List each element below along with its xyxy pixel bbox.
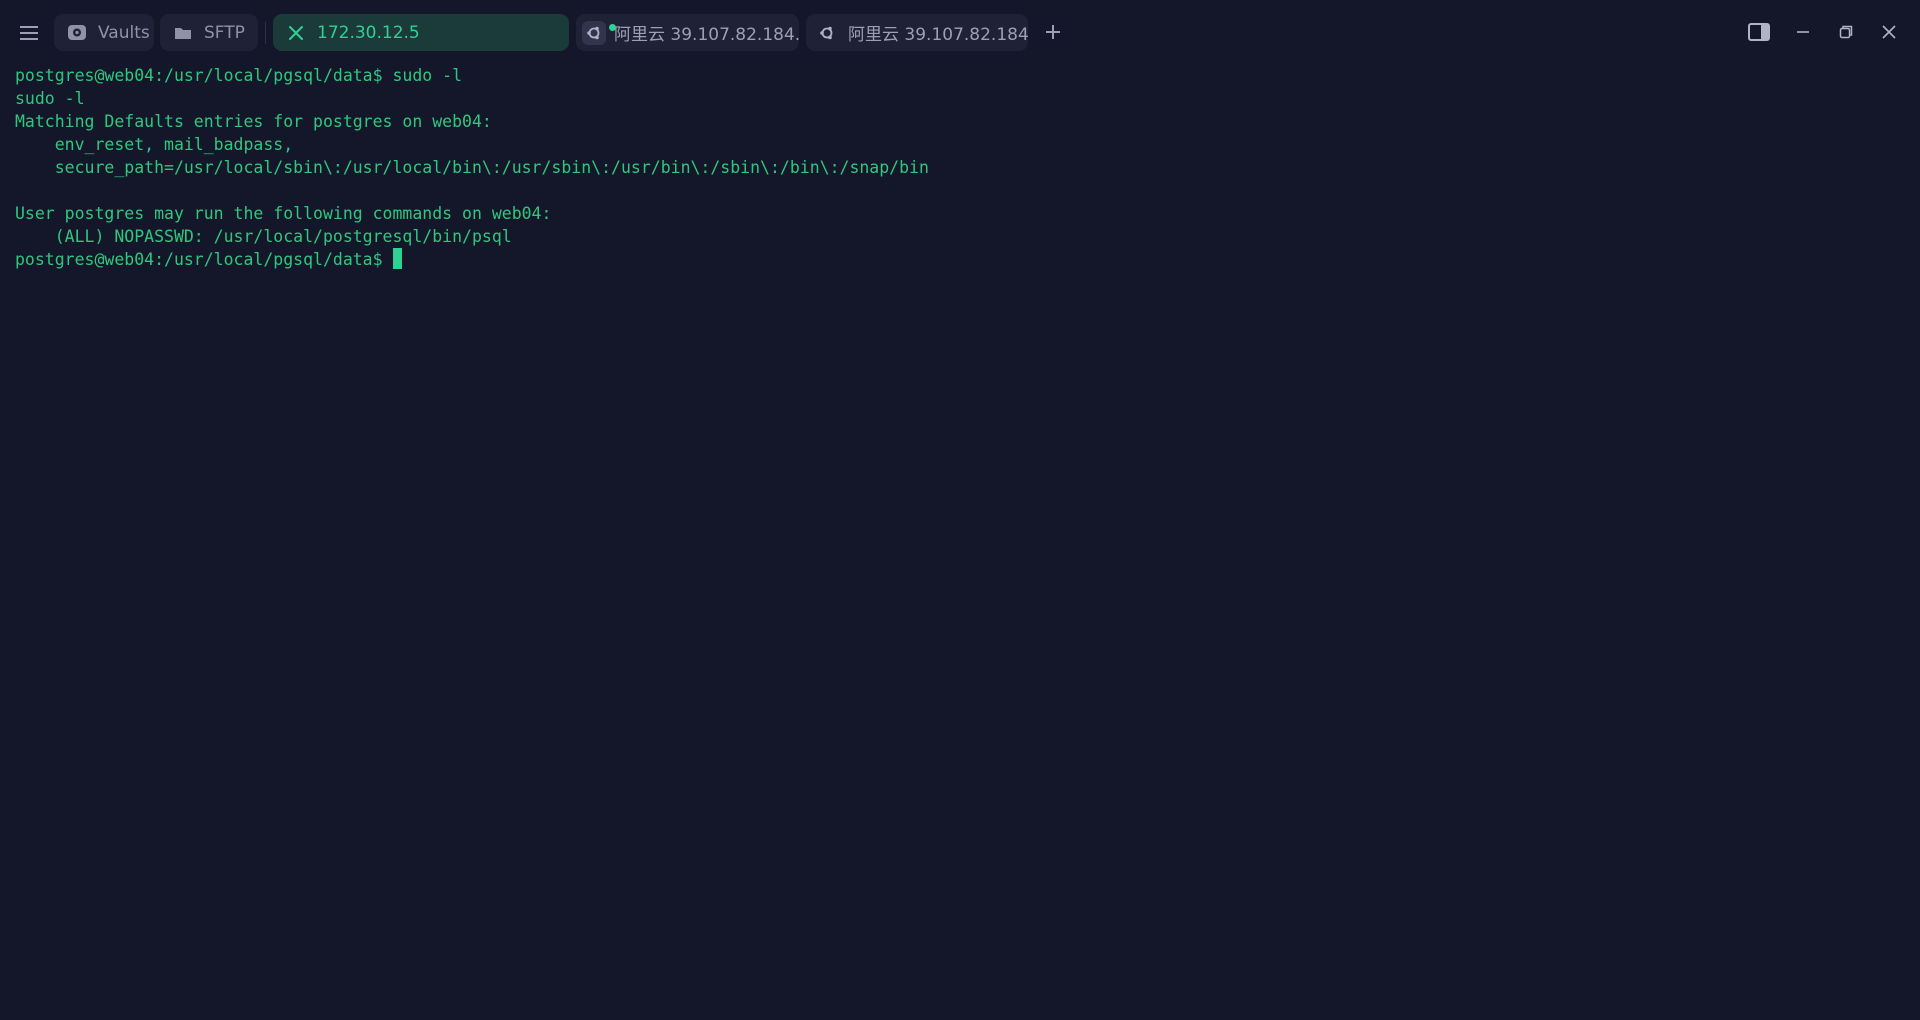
toggle-sidebar-button[interactable] [1744,18,1774,46]
tab-label: 172.30.12.5 [317,22,420,43]
plus-icon [1046,25,1060,39]
terminal-line: secure_path=/usr/local/sbin\:/usr/local/… [15,158,929,177]
tab-label: SFTP [204,22,245,43]
tab-sftp[interactable]: SFTP [160,14,258,51]
terminal-line: sudo -l [15,89,85,108]
status-dot [609,23,616,31]
restore-icon [1839,25,1853,39]
tab-bar: Vaults SFTP 172.30.12.5 阿里云 39.107.82.18… [0,0,1920,64]
ubuntu-icon [816,22,838,44]
sidebar-panel-icon [1748,23,1770,41]
terminal-line: (ALL) NOPASSWD: /usr/local/postgresql/bi… [15,227,512,246]
vault-icon [66,22,88,44]
menu-button[interactable] [14,20,44,46]
tab-aliyun-1[interactable]: 阿里云 39.107.82.184... [576,14,799,51]
restore-button[interactable] [1831,18,1861,46]
terminal-line: User postgres may run the following comm… [15,204,552,223]
terminal-line: env_reset, mail_badpass, [15,135,294,154]
terminal-line: Matching Defaults entries for postgres o… [15,112,492,131]
close-window-button[interactable] [1874,18,1904,46]
minimize-button[interactable] [1788,18,1818,46]
close-icon[interactable] [285,22,307,44]
minimize-icon [1797,31,1809,33]
tab-aliyun-2[interactable]: 阿里云 39.107.82.184... [806,14,1028,51]
close-icon [1882,25,1896,39]
tab-vaults[interactable]: Vaults [54,14,154,51]
folder-icon [172,22,194,44]
new-tab-button[interactable] [1041,20,1065,44]
terminal-line: postgres@web04:/usr/local/pgsql/data$ su… [15,66,463,85]
tab-label: 阿里云 39.107.82.184... [614,25,799,45]
terminal-prompt-line: postgres@web04:/usr/local/pgsql/data$ [15,248,1905,271]
tab-label: Vaults [98,22,150,43]
hamburger-icon [20,26,38,40]
tab-label: 阿里云 39.107.82.184... [848,25,1028,45]
ubuntu-icon [582,20,616,45]
tab-divider [265,22,266,44]
terminal-output[interactable]: postgres@web04:/usr/local/pgsql/data$ su… [0,64,1920,1020]
tab-active-session[interactable]: 172.30.12.5 [273,14,569,51]
terminal-prompt: postgres@web04:/usr/local/pgsql/data$ [15,250,393,269]
terminal-cursor [392,248,402,269]
terminal-app-window: Vaults SFTP 172.30.12.5 阿里云 39.107.82.18… [0,0,1920,1020]
